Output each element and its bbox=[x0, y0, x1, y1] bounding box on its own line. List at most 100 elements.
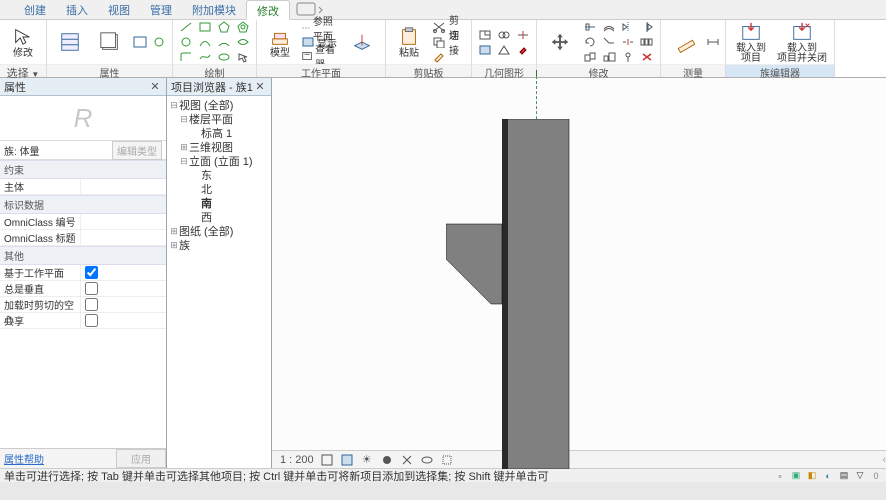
filter2-icon[interactable]: ▣ bbox=[790, 470, 802, 482]
delete-icon[interactable] bbox=[638, 50, 656, 64]
omni-num-input[interactable] bbox=[83, 216, 166, 227]
join-geom-icon[interactable] bbox=[495, 28, 513, 42]
paint-icon[interactable] bbox=[514, 43, 532, 57]
modify-tools bbox=[581, 20, 656, 64]
tab-manage[interactable]: 管理 bbox=[140, 0, 182, 19]
status-bar: 单击可进行选择; 按 Tab 键并单击可选择其他项目; 按 Ctrl 键并单击可… bbox=[0, 468, 886, 482]
tab-view[interactable]: 视图 bbox=[98, 0, 140, 19]
tab-modify[interactable]: 修改 bbox=[246, 0, 290, 20]
apply-button[interactable]: 应用 bbox=[116, 449, 166, 468]
tree-item[interactable]: ⊞图纸 (全部) bbox=[167, 224, 271, 238]
modify-button[interactable]: 修改 bbox=[4, 20, 42, 64]
scale-text[interactable]: 1 : 200 bbox=[280, 454, 314, 466]
move-button[interactable] bbox=[541, 20, 579, 64]
close-icon[interactable]: ✕ bbox=[148, 80, 162, 94]
mirror2-icon[interactable] bbox=[638, 20, 656, 34]
hide-icon[interactable] bbox=[420, 453, 434, 467]
viewer-button[interactable]: 查看器 bbox=[301, 49, 341, 63]
notch-icon[interactable] bbox=[476, 28, 494, 42]
circle-icon[interactable] bbox=[177, 35, 195, 49]
omni-title-input[interactable] bbox=[83, 232, 166, 243]
model-button[interactable]: 模型 bbox=[261, 20, 299, 64]
load-project-button[interactable]: 载入到 项目 bbox=[730, 20, 772, 64]
visual-style-icon[interactable] bbox=[340, 453, 354, 467]
matchtype-icon[interactable] bbox=[430, 50, 448, 64]
paste-button[interactable]: 粘贴 bbox=[390, 20, 428, 64]
crop-icon[interactable] bbox=[400, 453, 414, 467]
ellipse-icon[interactable] bbox=[215, 50, 233, 64]
offset-icon[interactable] bbox=[600, 20, 618, 34]
cutvoid-checkbox[interactable] bbox=[85, 298, 98, 311]
host-input[interactable] bbox=[83, 181, 166, 192]
shadow-icon[interactable] bbox=[380, 453, 394, 467]
align-icon[interactable] bbox=[581, 20, 599, 34]
trim-icon[interactable] bbox=[600, 35, 618, 49]
refplane-button[interactable]: 参照平面 bbox=[301, 21, 341, 35]
properties-footer: 属性帮助 应用 bbox=[0, 448, 166, 468]
filter6-icon[interactable]: ▽ bbox=[854, 470, 866, 482]
properties-help-link[interactable]: 属性帮助 bbox=[0, 449, 116, 468]
set-workplane-button[interactable] bbox=[343, 20, 381, 64]
rotate-icon[interactable] bbox=[581, 35, 599, 49]
filter5-icon[interactable]: ▤ bbox=[838, 470, 850, 482]
vertical-checkbox[interactable] bbox=[85, 282, 98, 295]
panel-geometry: 几何图形 bbox=[472, 20, 537, 77]
tree-item[interactable]: ⊟视图 (全部) bbox=[167, 98, 271, 112]
tab-insert[interactable]: 插入 bbox=[56, 0, 98, 19]
copy-icon[interactable] bbox=[430, 35, 448, 49]
edit-type-button[interactable]: 编辑类型 bbox=[112, 141, 162, 160]
shared-checkbox[interactable] bbox=[85, 314, 98, 327]
tree-item[interactable]: 东 bbox=[167, 168, 271, 182]
line-icon[interactable] bbox=[177, 20, 195, 34]
filter3-icon[interactable]: ◧ bbox=[806, 470, 818, 482]
browser-tree[interactable]: ⊟视图 (全部)⊟楼层平面标高 1⊞三维视图⊟立面 (立面 1)东北南西⊞图纸 … bbox=[167, 96, 271, 468]
filter4-icon[interactable]: ◐ bbox=[822, 470, 834, 482]
tree-item[interactable]: 标高 1 bbox=[167, 126, 271, 140]
split-icon[interactable] bbox=[619, 35, 637, 49]
tab-addins[interactable]: 附加模块 bbox=[182, 0, 246, 19]
split-icon[interactable] bbox=[514, 28, 532, 42]
mirror-icon[interactable] bbox=[619, 20, 637, 34]
load-close-button[interactable]: 载入到 项目并关闭 bbox=[774, 20, 830, 64]
cut-icon[interactable] bbox=[430, 20, 448, 34]
polygon-in-icon[interactable] bbox=[215, 20, 233, 34]
measure-button[interactable] bbox=[665, 20, 703, 64]
properties-title: 属性 bbox=[4, 79, 26, 95]
polygon-out-icon[interactable] bbox=[234, 20, 252, 34]
tree-item[interactable]: ⊞族 bbox=[167, 238, 271, 252]
drawing-canvas[interactable] bbox=[272, 78, 886, 450]
array-icon[interactable] bbox=[638, 35, 656, 49]
tree-item[interactable]: 南 bbox=[167, 196, 271, 210]
menu-tabs: 创建 插入 视图 管理 附加模块 修改 bbox=[0, 0, 886, 20]
filter7-icon[interactable]: 0 bbox=[870, 470, 882, 482]
properties-button[interactable] bbox=[51, 20, 89, 64]
spline-icon[interactable] bbox=[196, 50, 214, 64]
filter1-icon[interactable]: ▫ bbox=[774, 470, 786, 482]
dim-icon[interactable] bbox=[705, 35, 721, 49]
tree-item[interactable]: ⊟楼层平面 bbox=[167, 112, 271, 126]
splitface-icon[interactable] bbox=[495, 43, 513, 57]
tree-item[interactable]: ⊞三维视图 bbox=[167, 140, 271, 154]
workplane-checkbox[interactable] bbox=[85, 266, 98, 279]
family-types-button[interactable] bbox=[91, 20, 129, 64]
tab-create[interactable]: 创建 bbox=[14, 0, 56, 19]
pick-icon[interactable] bbox=[234, 50, 252, 64]
tool-icon[interactable] bbox=[131, 35, 149, 49]
detail-level-icon[interactable] bbox=[320, 453, 334, 467]
copy-icon[interactable] bbox=[581, 50, 599, 64]
rect-icon[interactable] bbox=[196, 20, 214, 34]
clipboard-small: 剪切 连接 bbox=[430, 20, 467, 64]
sun-icon[interactable]: ☀ bbox=[360, 453, 374, 467]
tool-icon[interactable] bbox=[150, 35, 168, 49]
close-icon[interactable]: ✕ bbox=[253, 80, 267, 94]
fillet-icon[interactable] bbox=[177, 50, 195, 64]
scale-icon[interactable] bbox=[600, 50, 618, 64]
arc-start-icon[interactable] bbox=[196, 35, 214, 49]
arc-tangent-icon[interactable] bbox=[234, 35, 252, 49]
tree-item[interactable]: 北 bbox=[167, 182, 271, 196]
pin-icon[interactable] bbox=[619, 50, 637, 64]
tree-item[interactable]: 西 bbox=[167, 210, 271, 224]
arc-center-icon[interactable] bbox=[215, 35, 233, 49]
wall-icon[interactable] bbox=[476, 43, 494, 57]
tree-item[interactable]: ⊟立面 (立面 1) bbox=[167, 154, 271, 168]
